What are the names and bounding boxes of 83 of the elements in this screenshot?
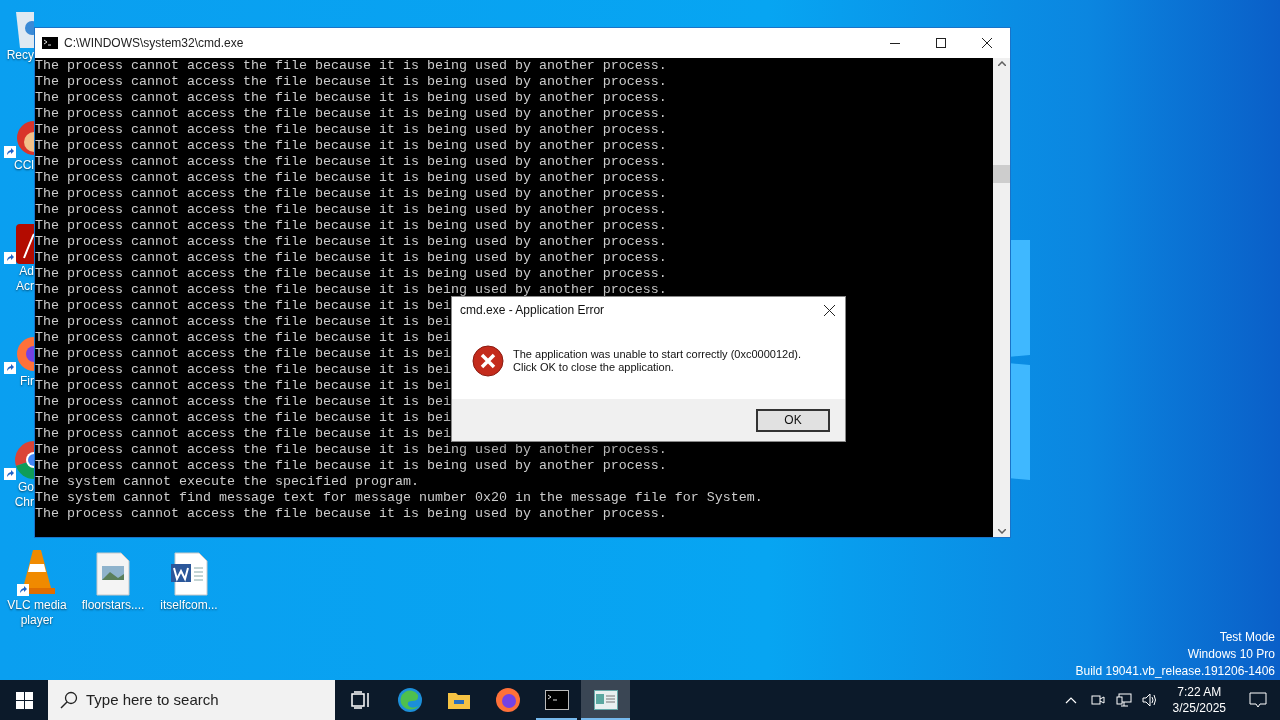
console-line: The process cannot access the file because it is bei [35, 314, 451, 330]
console-line: The process cannot access the file because it is being used by another process. [35, 234, 667, 250]
dialog-title: cmd.exe - Application Error [460, 302, 605, 319]
icon-label: Go [18, 480, 34, 495]
window-icon [593, 690, 618, 710]
console-line: The process cannot access the file because it is being used by another process. [35, 154, 667, 170]
console-line: The process cannot access the file because it is being used by another process. [35, 106, 667, 122]
word-document-icon [170, 552, 208, 596]
console-line: The process cannot access the file because it is being used by another process. [35, 458, 667, 474]
console-line: The process cannot access the file because it is bei [35, 378, 451, 394]
icon-label: player [20, 613, 54, 628]
console-line: The process cannot access the file because it is being used by another process. [35, 58, 667, 74]
close-icon [823, 304, 835, 316]
error-message: The application was unable to start correctly (0xc000012d). [513, 348, 801, 361]
speaker-icon [1141, 693, 1158, 707]
console-line: The process cannot access the file because it is being used by another process. [35, 138, 667, 154]
ok-button[interactable]: OK [756, 408, 830, 432]
console-line: The process cannot access the file because it is being used by another process. [35, 122, 667, 138]
console-line: The process cannot access the file because it is bei [35, 362, 451, 378]
error-icon [472, 345, 504, 377]
network-icon [1115, 693, 1132, 707]
icon-label: itselfcom... [160, 598, 218, 613]
console-line: The process cannot access the file because it is being used by another process. [35, 442, 667, 458]
scrollbar[interactable] [993, 58, 1010, 537]
icon-label: CCl [14, 158, 34, 173]
icon-label: Fir [20, 374, 34, 389]
console-line: The process cannot access the file because it is being used by another process. [35, 266, 667, 282]
error-message: Click OK to close the application. [513, 361, 675, 374]
firefox-icon [494, 687, 521, 713]
image-file-icon [96, 552, 130, 596]
system-info-text: Build 19041.vb_release.191206-1406 [1075, 663, 1275, 680]
edge-icon [396, 687, 423, 713]
console-icon [544, 690, 569, 710]
search-icon [60, 691, 78, 709]
minimize-icon [890, 42, 900, 44]
folder-icon [446, 690, 471, 710]
firefox-icon [14, 334, 34, 374]
maximize-icon [936, 38, 946, 48]
console-line: The process cannot access the file because it is bei [35, 330, 451, 346]
task-view-icon [350, 691, 371, 709]
console-line: The process cannot access the file because it is being used by another process. [35, 90, 667, 106]
icon-label: Chr [14, 495, 34, 510]
console-line: The system cannot execute the specified program. [35, 474, 419, 490]
icon-label: Recy [6, 48, 34, 63]
clock-time: 7:22 AM [1177, 684, 1222, 700]
console-line: The process cannot access the file because it is being used by another process. [35, 74, 667, 90]
console-line: The process cannot access the file because it is bei [35, 394, 451, 410]
icon-label: VLC media [7, 598, 67, 613]
chrome-icon [14, 440, 34, 480]
system-info-text: Test Mode [1219, 629, 1275, 646]
console-line: The process cannot access the file because it is bei [35, 410, 451, 426]
running-indicator [536, 718, 577, 720]
console-line: The process cannot access the file because it is being used by another process. [35, 250, 667, 266]
close-icon [982, 38, 992, 48]
icon-label: floorstars.... [81, 598, 145, 613]
taskbar-app-button[interactable] [581, 680, 630, 720]
console-line: The process cannot access the file because it is being used by another process. [35, 202, 667, 218]
scroll-thumb[interactable] [993, 165, 1010, 183]
console-line: The process cannot access the file because it is being used by another process. [35, 170, 667, 186]
system-info-text: Windows 10 Pro [1187, 646, 1275, 663]
console-icon [42, 37, 58, 49]
icon-label: Acr [16, 279, 34, 294]
search-input[interactable]: Type here to search [86, 688, 316, 712]
camera-icon [1090, 693, 1105, 707]
clock[interactable]: 7:22 AM 3/25/2025 [1172, 684, 1226, 716]
clock-date: 3/25/2025 [1172, 700, 1226, 716]
console-line: The process cannot access the file because it is bei [35, 346, 451, 362]
icon-label: Ad [19, 264, 34, 279]
notification-icon [1249, 691, 1267, 709]
console-line: The system cannot find message text for message number 0x20 in the message file for System. [35, 490, 763, 506]
chevron-up-icon [1064, 696, 1077, 704]
console-line: The process cannot access the file because it is being used by another process. [35, 282, 667, 298]
window-title: C:\WINDOWS\system32\cmd.exe [64, 35, 244, 52]
console-line: The process cannot access the file because it is being used by another process. [35, 186, 667, 202]
scroll-up-icon [997, 61, 1006, 66]
console-line: The process cannot access the file because it is being used by another process. [35, 218, 667, 234]
running-indicator [581, 718, 630, 720]
search-field[interactable]: Type here to search [48, 680, 335, 720]
console-line: The process cannot access the file because it is bei [35, 298, 451, 314]
console-line: The process cannot access the file because it is bei [35, 426, 451, 442]
console-line: The process cannot access the file because it is being used by another process. [35, 506, 667, 522]
windows-icon [15, 691, 33, 709]
scroll-down-icon [997, 529, 1006, 534]
